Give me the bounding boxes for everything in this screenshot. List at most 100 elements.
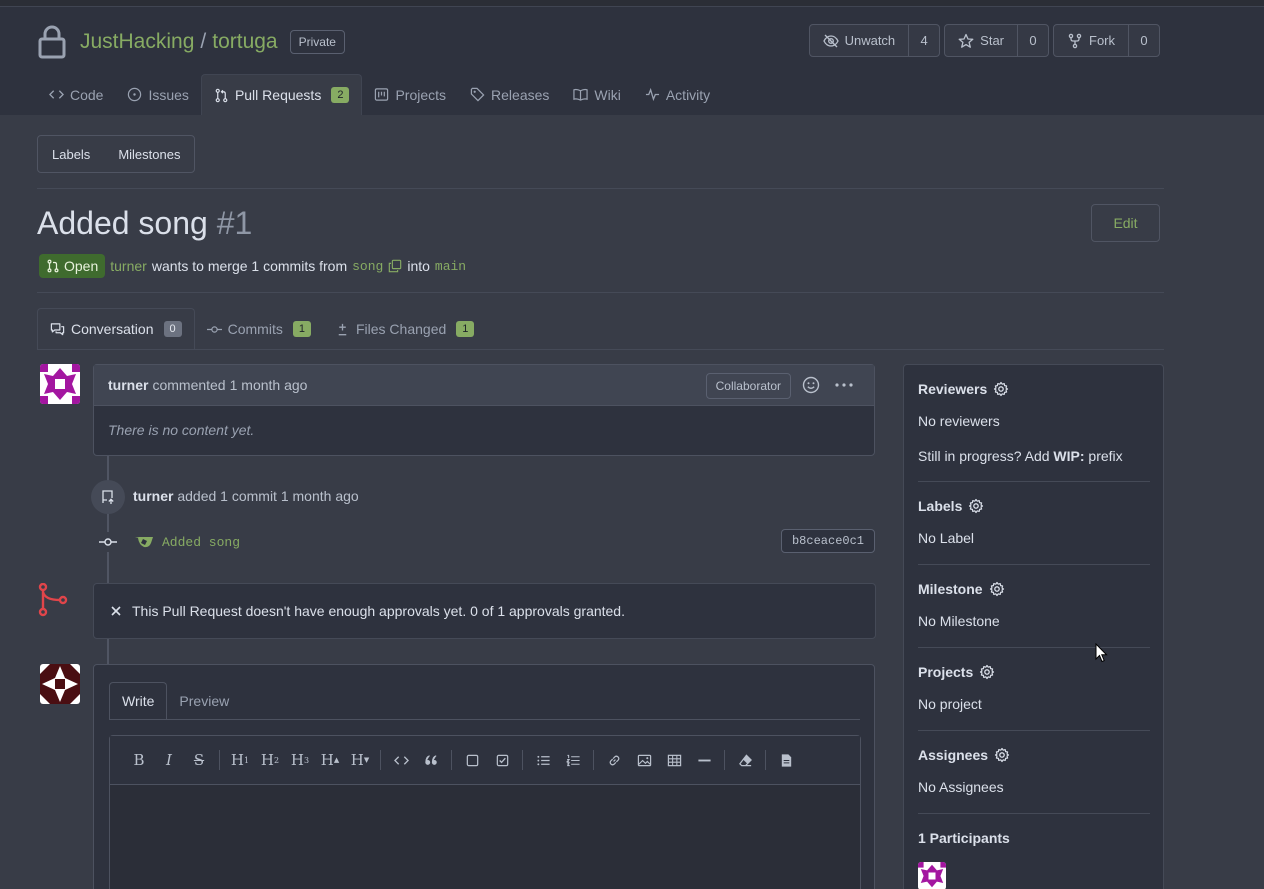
milestone-value: No Milestone <box>918 613 1000 629</box>
toolbar-separator <box>593 750 594 770</box>
image-icon[interactable] <box>629 745 659 775</box>
pr-author-link[interactable]: turner <box>110 258 147 274</box>
divider <box>37 292 1164 293</box>
wip-hint-keyword[interactable]: WIP: <box>1053 448 1084 464</box>
git-pull-request-icon <box>47 259 59 273</box>
milestone-header[interactable]: Milestone <box>918 581 1150 597</box>
identicon-avatar <box>918 862 946 889</box>
checkbox-checked-icon[interactable] <box>487 745 517 775</box>
toolbar-separator <box>522 750 523 770</box>
heading-1-icon[interactable]: H1 <box>225 745 255 775</box>
tab-code[interactable]: Code <box>37 74 115 115</box>
head-branch-link[interactable]: song <box>352 259 383 274</box>
reviewers-header[interactable]: Reviewers <box>918 381 1150 397</box>
comment-action: commented <box>152 377 226 393</box>
unordered-list-icon[interactable] <box>528 745 558 775</box>
file-icon[interactable] <box>771 745 801 775</box>
tab-commits[interactable]: Commits 1 <box>195 308 323 350</box>
current-user-avatar[interactable] <box>40 664 80 704</box>
projects-header[interactable]: Projects <box>918 664 1150 680</box>
approval-status-text: This Pull Request doesn't have enough ap… <box>132 603 625 619</box>
book-icon <box>573 88 589 101</box>
tab-pull-requests-label: Pull Requests <box>234 87 322 103</box>
comment-author[interactable]: turner <box>108 377 148 393</box>
code-icon[interactable] <box>386 745 416 775</box>
edit-button[interactable]: Edit <box>1091 204 1160 242</box>
comment-header: turner commented 1 month ago Collaborato… <box>94 365 874 406</box>
gear-icon[interactable] <box>979 664 995 680</box>
eraser-icon[interactable] <box>730 745 760 775</box>
checkbox-empty-icon[interactable] <box>457 745 487 775</box>
tab-projects[interactable]: Projects <box>362 74 458 115</box>
forks-count[interactable]: 0 <box>1129 25 1159 56</box>
comment: turner commented 1 month ago Collaborato… <box>93 364 875 456</box>
comment-time[interactable]: 1 month ago <box>230 377 308 393</box>
watchers-count[interactable]: 4 <box>909 25 939 56</box>
avatar[interactable] <box>40 364 80 404</box>
watch-button-group: Unwatch 4 <box>808 24 941 57</box>
gear-icon[interactable] <box>993 381 1009 397</box>
pr-sidebar: Reviewers No reviewers Still in progress… <box>903 364 1164 889</box>
tab-issues[interactable]: Issues <box>115 74 200 115</box>
ordered-list-icon[interactable] <box>558 745 588 775</box>
horizontal-rule-icon[interactable] <box>689 745 719 775</box>
tab-releases[interactable]: Releases <box>458 74 561 115</box>
assignees-section: Assignees No Assignees <box>918 747 1150 795</box>
commit-message-link[interactable]: Added song <box>162 535 240 550</box>
italic-icon[interactable]: I <box>154 745 184 775</box>
assignees-title: Assignees <box>918 747 989 763</box>
merge-text: wants to merge 1 commits from <box>151 258 348 274</box>
participant-avatar[interactable] <box>918 862 946 889</box>
gear-icon[interactable] <box>994 747 1010 763</box>
tab-activity-label: Activity <box>665 86 711 103</box>
tab-write[interactable]: Write <box>109 682 168 720</box>
assignees-header[interactable]: Assignees <box>918 747 1150 763</box>
tab-conversation[interactable]: Conversation 0 <box>37 308 195 350</box>
lock-icon <box>38 25 66 59</box>
quote-icon[interactable] <box>416 745 446 775</box>
gear-icon[interactable] <box>989 581 1005 597</box>
sidebar-divider <box>918 564 1150 565</box>
tab-preview[interactable]: Preview <box>167 682 241 720</box>
kebab-horizontal-icon[interactable] <box>834 376 854 394</box>
pr-title: Added song #1 <box>37 205 252 242</box>
strikethrough-icon[interactable]: S <box>184 745 214 775</box>
copy-icon[interactable] <box>388 259 402 273</box>
labels-header[interactable]: Labels <box>918 498 1150 514</box>
labels-link[interactable]: Labels <box>38 136 104 172</box>
reviewers-title: Reviewers <box>918 381 988 397</box>
top-navbar-strip <box>0 0 1264 7</box>
commit-sha-button[interactable]: b8ceace0c1 <box>780 529 875 553</box>
stars-count[interactable]: 0 <box>1018 25 1048 56</box>
table-icon[interactable] <box>659 745 689 775</box>
tab-pull-requests[interactable]: Pull Requests 2 <box>200 74 363 115</box>
repo-owner-link[interactable]: JustHacking <box>80 30 194 54</box>
unwatch-button[interactable]: Unwatch <box>810 25 910 56</box>
heading-3-icon[interactable]: H3 <box>285 745 315 775</box>
tab-wiki[interactable]: Wiki <box>561 74 632 115</box>
heading-bigger-icon[interactable]: H ▲ <box>315 745 345 775</box>
milestones-link[interactable]: Milestones <box>104 136 194 172</box>
heading-smaller-icon[interactable]: H ▼ <box>345 745 375 775</box>
fork-label: Fork <box>1089 33 1115 48</box>
reviewers-value: No reviewers <box>918 413 1000 429</box>
project-icon <box>375 88 389 101</box>
tab-activity[interactable]: Activity <box>633 74 722 115</box>
link-icon[interactable] <box>599 745 629 775</box>
push-event-text: turner added 1 commit 1 month ago <box>133 488 359 504</box>
identicon-avatar <box>40 364 80 404</box>
star-button[interactable]: Star <box>945 25 1018 56</box>
toolbar-separator <box>219 750 220 770</box>
projects-section: Projects No project <box>918 664 1150 712</box>
smiley-icon[interactable] <box>802 376 820 394</box>
heading-2-icon[interactable]: H2 <box>255 745 285 775</box>
event-author[interactable]: turner <box>133 488 173 504</box>
base-branch-link[interactable]: main <box>435 259 466 274</box>
gear-icon[interactable] <box>968 498 984 514</box>
labels-section: Labels No Label <box>918 498 1150 546</box>
bold-icon[interactable]: B <box>124 745 154 775</box>
repo-name-link[interactable]: tortuga <box>212 30 277 54</box>
fork-button[interactable]: Fork <box>1054 25 1129 56</box>
sidebar-divider <box>918 647 1150 648</box>
tab-files-changed[interactable]: Files Changed 1 <box>323 308 486 350</box>
